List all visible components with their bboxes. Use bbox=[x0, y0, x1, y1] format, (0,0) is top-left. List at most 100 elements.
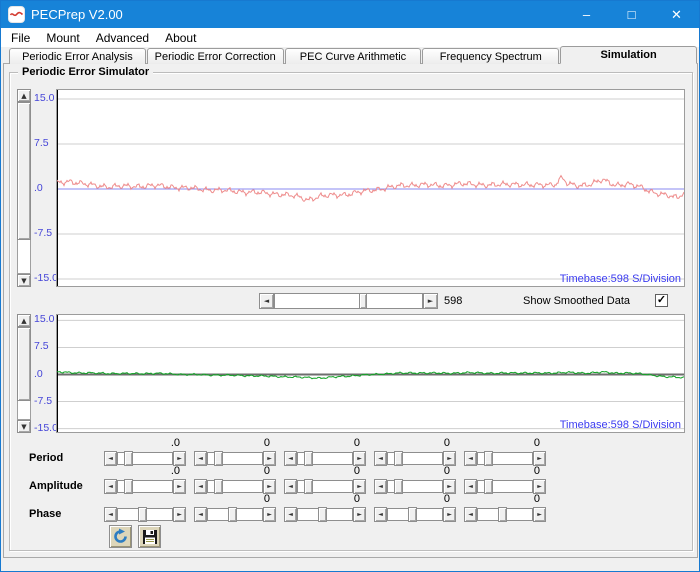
slider-left-arrow-icon[interactable]: ◄ bbox=[194, 451, 207, 466]
slider-thumb[interactable] bbox=[124, 479, 133, 494]
amplitude-slider-3[interactable]: ◄► bbox=[284, 479, 366, 494]
menu-item-file[interactable]: File bbox=[3, 29, 38, 47]
scrollbar-thumb[interactable] bbox=[359, 293, 367, 309]
tab-frequency-spectrum[interactable]: Frequency Spectrum bbox=[422, 48, 559, 64]
slider-right-arrow-icon[interactable]: ► bbox=[173, 507, 186, 522]
slider-right-arrow-icon[interactable]: ► bbox=[173, 479, 186, 494]
slider-right-arrow-icon[interactable]: ► bbox=[353, 479, 366, 494]
slider-thumb[interactable] bbox=[394, 451, 403, 466]
period-slider-5[interactable]: ◄► bbox=[464, 451, 546, 466]
slider-thumb[interactable] bbox=[318, 507, 327, 522]
slider-left-arrow-icon[interactable]: ◄ bbox=[104, 479, 117, 494]
phase-slider-3[interactable]: ◄► bbox=[284, 507, 366, 522]
slider-thumb[interactable] bbox=[304, 451, 313, 466]
slider-right-arrow-icon[interactable]: ► bbox=[263, 479, 276, 494]
y-axis-tick-label: .0 bbox=[34, 368, 43, 380]
period-slider-1[interactable]: ◄► bbox=[104, 451, 186, 466]
y-axis-tick-label: 15.0 bbox=[34, 92, 54, 104]
period-slider-3[interactable]: ◄► bbox=[284, 451, 366, 466]
slider-left-arrow-icon[interactable]: ◄ bbox=[464, 451, 477, 466]
amplitude-slider-2[interactable]: ◄► bbox=[194, 479, 276, 494]
slider-thumb[interactable] bbox=[214, 479, 223, 494]
tab-periodic-error-correction[interactable]: Periodic Error Correction bbox=[147, 48, 284, 64]
slider-thumb[interactable] bbox=[228, 507, 237, 522]
scroll-right-arrow-icon[interactable]: ► bbox=[423, 293, 438, 309]
chart-vertical-scrollbar[interactable]: ▲▼ bbox=[17, 314, 31, 433]
scrollbar-track[interactable] bbox=[274, 293, 423, 309]
phase-slider-1[interactable]: ◄► bbox=[104, 507, 186, 522]
slider-right-arrow-icon[interactable]: ► bbox=[443, 451, 456, 466]
slider-left-arrow-icon[interactable]: ◄ bbox=[104, 451, 117, 466]
slider-thumb[interactable] bbox=[484, 451, 493, 466]
slider-thumb[interactable] bbox=[408, 507, 417, 522]
y-axis-tick-label: -15.0 bbox=[34, 422, 58, 434]
amplitude-slider-5[interactable]: ◄► bbox=[464, 479, 546, 494]
slider-left-arrow-icon[interactable]: ◄ bbox=[374, 451, 387, 466]
slider-thumb[interactable] bbox=[484, 479, 493, 494]
slider-right-arrow-icon[interactable]: ► bbox=[173, 451, 186, 466]
slider-thumb[interactable] bbox=[498, 507, 507, 522]
show-smoothed-data-label: Show Smoothed Data bbox=[523, 295, 630, 307]
tab-periodic-error-analysis[interactable]: Periodic Error Analysis bbox=[9, 48, 146, 64]
tab-simulation[interactable]: Simulation bbox=[560, 46, 697, 64]
timebase-label: Timebase:598 S/Division bbox=[560, 419, 681, 431]
slider-left-arrow-icon[interactable]: ◄ bbox=[464, 507, 477, 522]
phase-value-5: 0 bbox=[464, 493, 546, 505]
tab-pec-curve-arithmetic[interactable]: PEC Curve Arithmetic bbox=[285, 48, 422, 64]
slider-thumb[interactable] bbox=[304, 479, 313, 494]
menu-item-mount[interactable]: Mount bbox=[38, 29, 87, 47]
slider-right-arrow-icon[interactable]: ► bbox=[443, 479, 456, 494]
slider-left-arrow-icon[interactable]: ◄ bbox=[284, 451, 297, 466]
slider-left-arrow-icon[interactable]: ◄ bbox=[104, 507, 117, 522]
minimize-button[interactable]: – bbox=[564, 1, 609, 28]
scroll-down-arrow-icon[interactable]: ▼ bbox=[17, 420, 31, 433]
slider-left-arrow-icon[interactable]: ◄ bbox=[194, 507, 207, 522]
amplitude-value-3: 0 bbox=[284, 465, 366, 477]
scroll-left-arrow-icon[interactable]: ◄ bbox=[259, 293, 274, 309]
slider-right-arrow-icon[interactable]: ► bbox=[263, 507, 276, 522]
scrollbar-thumb[interactable] bbox=[17, 102, 31, 240]
slider-right-arrow-icon[interactable]: ► bbox=[353, 451, 366, 466]
period-value-5: 0 bbox=[464, 437, 546, 449]
y-axis-tick-label: .0 bbox=[34, 182, 43, 194]
slider-right-arrow-icon[interactable]: ► bbox=[443, 507, 456, 522]
menu-item-advanced[interactable]: Advanced bbox=[88, 29, 157, 47]
chart-vertical-scrollbar[interactable]: ▲▼ bbox=[17, 89, 31, 287]
slider-thumb[interactable] bbox=[138, 507, 147, 522]
scroll-up-arrow-icon[interactable]: ▲ bbox=[17, 89, 31, 102]
amplitude-value-4: 0 bbox=[374, 465, 456, 477]
y-axis-tick-label: -7.5 bbox=[34, 395, 52, 407]
save-button[interactable] bbox=[138, 525, 161, 548]
timebase-scrollbar[interactable]: ◄ ► bbox=[259, 293, 438, 309]
slider-thumb[interactable] bbox=[394, 479, 403, 494]
phase-slider-5[interactable]: ◄► bbox=[464, 507, 546, 522]
slider-right-arrow-icon[interactable]: ► bbox=[263, 451, 276, 466]
slider-left-arrow-icon[interactable]: ◄ bbox=[284, 507, 297, 522]
amplitude-slider-4[interactable]: ◄► bbox=[374, 479, 456, 494]
phase-slider-4[interactable]: ◄► bbox=[374, 507, 456, 522]
scroll-up-arrow-icon[interactable]: ▲ bbox=[17, 314, 31, 327]
maximize-button[interactable]: □ bbox=[609, 1, 654, 28]
slider-right-arrow-icon[interactable]: ► bbox=[533, 507, 546, 522]
slider-left-arrow-icon[interactable]: ◄ bbox=[374, 479, 387, 494]
menu-item-about[interactable]: About bbox=[157, 29, 204, 47]
slider-right-arrow-icon[interactable]: ► bbox=[533, 451, 546, 466]
slider-left-arrow-icon[interactable]: ◄ bbox=[194, 479, 207, 494]
slider-left-arrow-icon[interactable]: ◄ bbox=[284, 479, 297, 494]
scrollbar-thumb[interactable] bbox=[17, 327, 31, 401]
period-value-1: .0 bbox=[104, 437, 186, 449]
slider-left-arrow-icon[interactable]: ◄ bbox=[374, 507, 387, 522]
show-smoothed-data-checkbox[interactable]: ✓ bbox=[655, 294, 668, 307]
slider-left-arrow-icon[interactable]: ◄ bbox=[464, 479, 477, 494]
period-slider-2[interactable]: ◄► bbox=[194, 451, 276, 466]
close-button[interactable]: ✕ bbox=[654, 1, 699, 28]
slider-thumb[interactable] bbox=[214, 451, 223, 466]
phase-slider-2[interactable]: ◄► bbox=[194, 507, 276, 522]
refresh-button[interactable] bbox=[109, 525, 132, 548]
scroll-down-arrow-icon[interactable]: ▼ bbox=[17, 274, 31, 287]
slider-thumb[interactable] bbox=[124, 451, 133, 466]
amplitude-slider-1[interactable]: ◄► bbox=[104, 479, 186, 494]
period-slider-4[interactable]: ◄► bbox=[374, 451, 456, 466]
slider-right-arrow-icon[interactable]: ► bbox=[533, 479, 546, 494]
slider-right-arrow-icon[interactable]: ► bbox=[353, 507, 366, 522]
